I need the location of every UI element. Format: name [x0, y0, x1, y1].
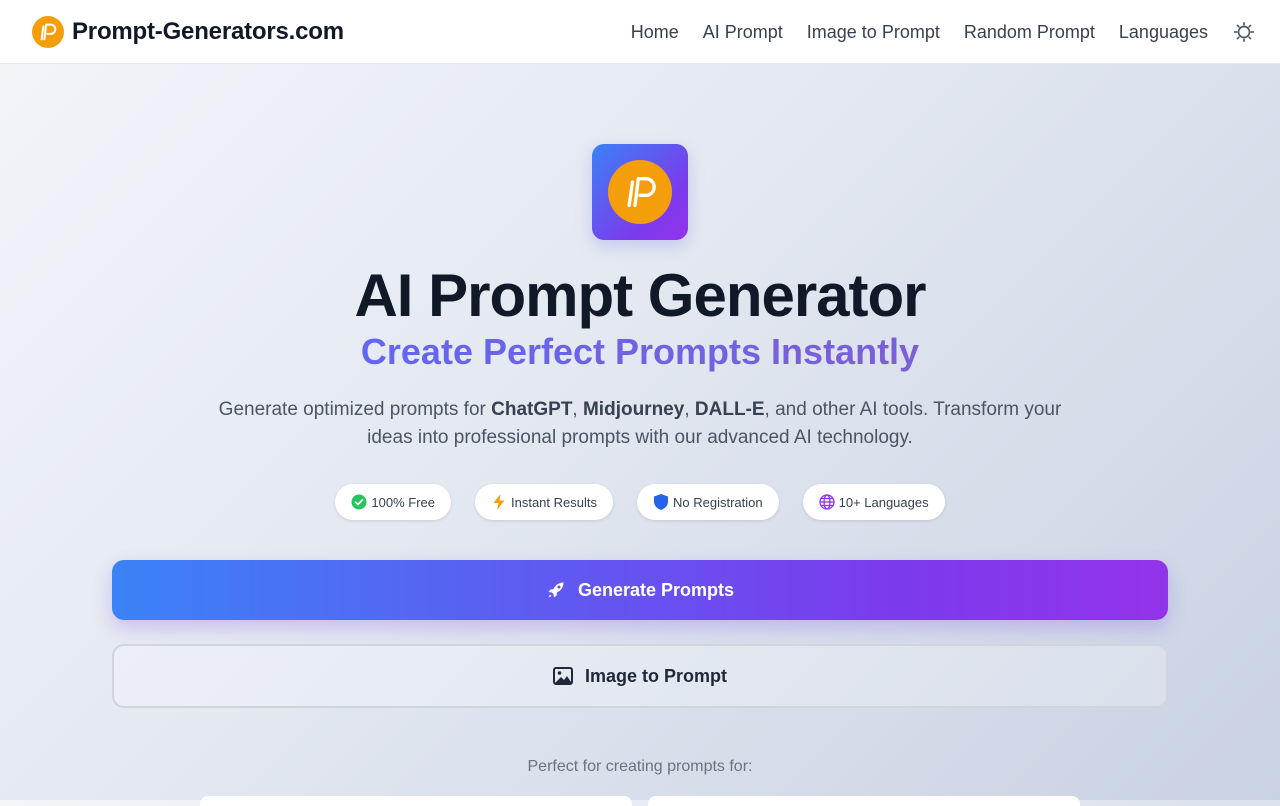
subtitle-text: Create Perfect Prompts Instantly: [360, 331, 920, 372]
nav-home[interactable]: Home: [631, 22, 679, 43]
page-title: AI Prompt Generator: [354, 262, 926, 329]
badge-no-registration: No Registration: [636, 484, 779, 520]
hero-logo-icon: [608, 160, 672, 224]
hero-logo: [592, 144, 688, 240]
desc-prefix: Generate optimized prompts for: [218, 399, 492, 420]
top-navbar: Prompt-Generators.com Home AI Prompt Ima…: [0, 0, 1280, 64]
sun-icon: [1234, 22, 1254, 42]
use-case-card: [200, 796, 632, 806]
desc-chatgpt: ChatGPT: [491, 399, 573, 420]
badge-label: No Registration: [672, 494, 763, 510]
brand-link[interactable]: Prompt-Generators.com: [32, 16, 344, 48]
image-to-prompt-button[interactable]: Image to Prompt: [112, 644, 1168, 708]
nav-random-prompt[interactable]: Random Prompt: [964, 22, 1095, 43]
badge-label: 100% Free: [371, 494, 435, 510]
check-circle-icon: [351, 494, 367, 510]
image-icon: [552, 666, 573, 686]
badge-label: Instant Results: [510, 494, 597, 510]
use-case-card: [648, 796, 1080, 806]
badge-label: 10+ Languages: [838, 494, 929, 510]
shield-icon: [653, 494, 669, 510]
brand-name: Prompt-Generators.com: [72, 18, 344, 45]
desc-midjourney: Midjourney: [582, 399, 685, 420]
page-subtitle: Create Perfect Prompts Instantly: [0, 330, 1280, 374]
perfect-for-heading: Perfect for creating prompts for:: [527, 758, 753, 775]
main-nav: Home AI Prompt Image to Prompt Random Pr…: [631, 0, 1256, 64]
generate-prompts-label: Generate Prompts: [577, 579, 735, 600]
desc-sep: ,: [684, 399, 695, 420]
hero-description: Generate optimized prompts for ChatGPT, …: [200, 396, 1080, 452]
desc-dalle: DALL-E: [694, 399, 765, 420]
globe-icon: [818, 494, 835, 510]
nav-ai-prompt[interactable]: AI Prompt: [703, 22, 783, 43]
feature-badges: 100% Free Instant Results No Registratio…: [0, 484, 1280, 520]
badge-languages: 10+ Languages: [802, 484, 945, 520]
generate-prompts-button[interactable]: Generate Prompts: [112, 560, 1168, 620]
image-to-prompt-label: Image to Prompt: [584, 665, 727, 686]
badge-free: 100% Free: [335, 484, 451, 520]
rocket-icon: [546, 580, 566, 600]
desc-sep: ,: [572, 399, 583, 420]
theme-toggle-button[interactable]: [1232, 20, 1256, 44]
brand-logo-icon: [32, 16, 64, 48]
nav-languages[interactable]: Languages: [1119, 22, 1208, 43]
nav-image-to-prompt[interactable]: Image to Prompt: [807, 22, 940, 43]
lightning-icon: [491, 494, 507, 510]
badge-instant: Instant Results: [474, 484, 613, 520]
